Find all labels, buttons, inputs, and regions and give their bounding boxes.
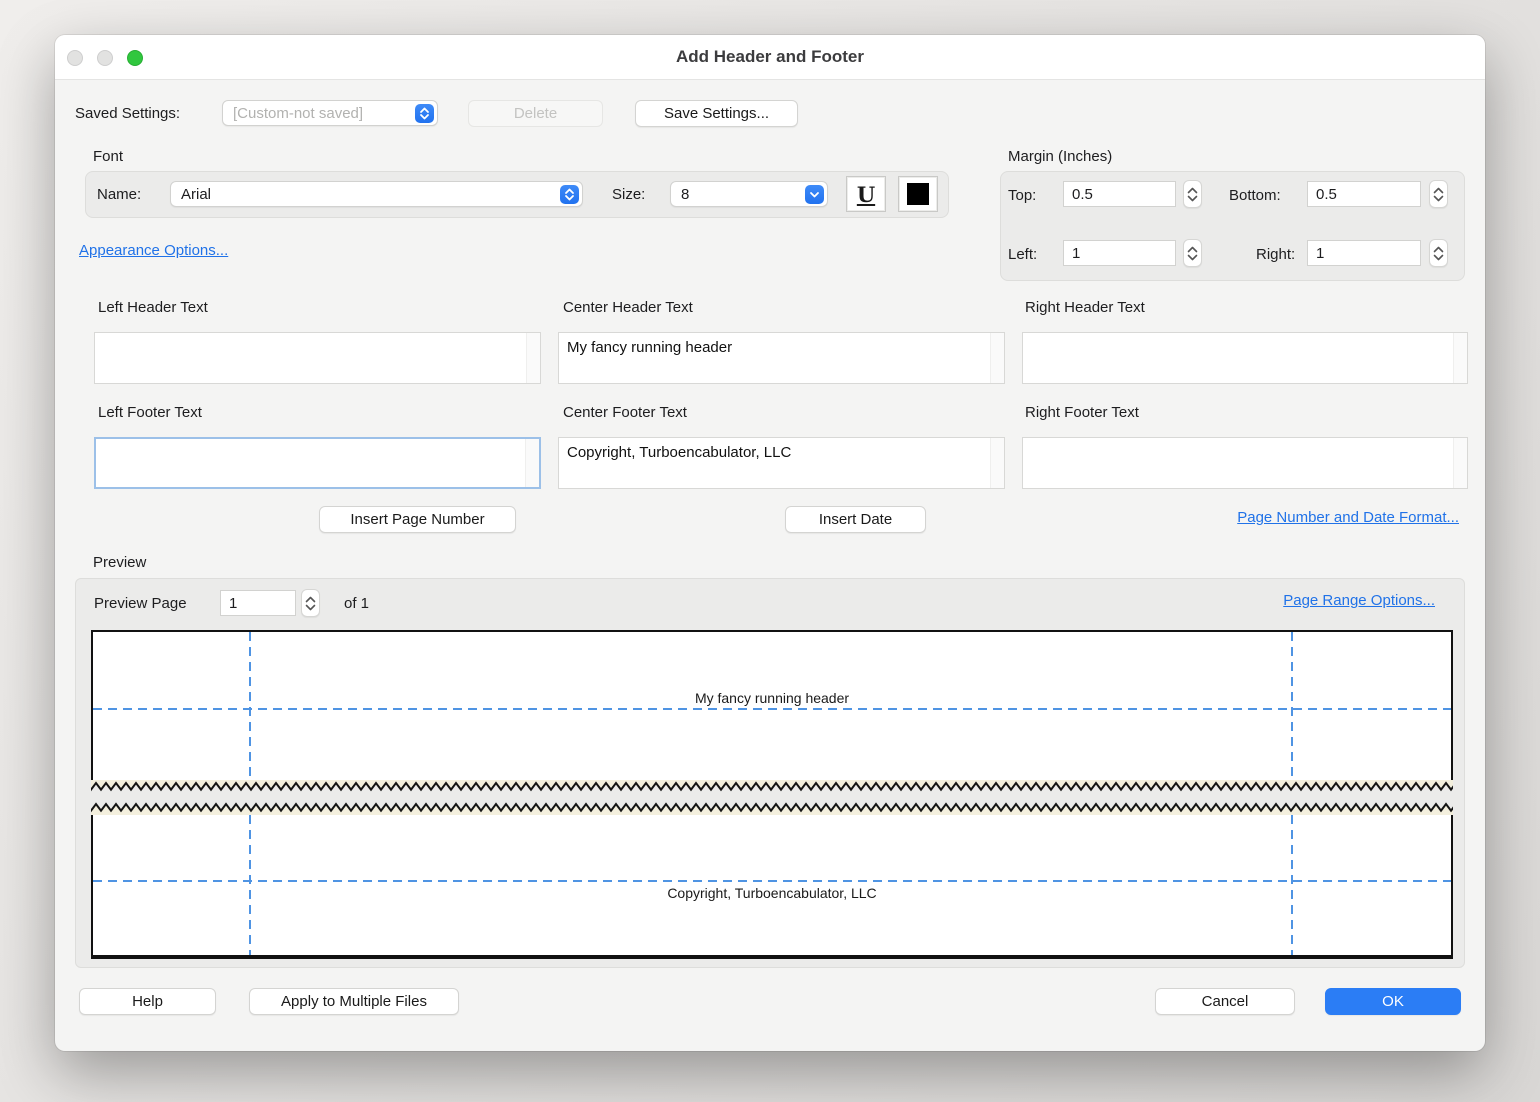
traffic-lights <box>67 50 143 66</box>
preview-page-stepper[interactable] <box>301 589 320 617</box>
scrollbar-gutter <box>526 333 540 383</box>
popup-updown-icon <box>560 185 579 204</box>
insert-page-number-button[interactable]: Insert Page Number <box>319 506 516 533</box>
left-footer-textarea[interactable] <box>96 439 525 487</box>
preview-header-text: My fancy running header <box>93 690 1451 706</box>
font-size-combo[interactable]: 8 <box>670 181 828 207</box>
ok-button[interactable]: OK <box>1325 988 1461 1015</box>
cancel-button[interactable]: Cancel <box>1155 988 1295 1015</box>
font-section-label: Font <box>93 148 123 165</box>
preview-page-count: of 1 <box>344 595 369 612</box>
font-color-button[interactable] <box>898 176 938 212</box>
font-size-label: Size: <box>612 186 645 203</box>
center-footer-textarea[interactable]: Copyright, Turboencabulator, LLC <box>559 438 990 488</box>
preview-page-label: Preview Page <box>94 595 187 612</box>
minimize-window-icon[interactable] <box>97 50 113 66</box>
left-header-label: Left Header Text <box>98 299 208 316</box>
preview-page-input[interactable] <box>220 590 296 616</box>
font-name-label: Name: <box>97 186 141 203</box>
center-header-label: Center Header Text <box>563 299 693 316</box>
header-margin-guide <box>93 708 1451 710</box>
window-title: Add Header and Footer <box>676 47 864 67</box>
save-settings-button[interactable]: Save Settings... <box>635 100 798 127</box>
add-header-footer-dialog: Add Header and Footer Saved Settings: [C… <box>55 35 1485 1051</box>
delete-button[interactable]: Delete <box>468 100 603 127</box>
left-header-textarea[interactable] <box>95 333 526 383</box>
preview-page-bottom-fragment: Copyright, Turboencabulator, LLC <box>91 815 1453 959</box>
saved-settings-label: Saved Settings: <box>75 105 180 122</box>
left-margin-guide <box>249 632 251 780</box>
font-size-value: 8 <box>671 186 805 203</box>
zoom-window-icon[interactable] <box>127 50 143 66</box>
scrollbar-gutter <box>990 438 1004 488</box>
scrollbar-gutter <box>990 333 1004 383</box>
footer-margin-guide <box>93 880 1451 882</box>
margin-left-input[interactable] <box>1063 240 1176 266</box>
right-footer-textbox[interactable] <box>1022 437 1468 489</box>
popup-updown-icon <box>415 104 434 123</box>
right-header-textarea[interactable] <box>1023 333 1453 383</box>
margin-right-label: Right: <box>1256 246 1295 263</box>
saved-settings-select[interactable]: [Custom-not saved] <box>222 100 438 126</box>
preview-panel: Preview Page of 1 Page Range Options... … <box>75 578 1465 968</box>
preview-footer-text: Copyright, Turboencabulator, LLC <box>93 885 1451 901</box>
scrollbar-gutter <box>1453 333 1467 383</box>
help-button[interactable]: Help <box>79 988 216 1015</box>
right-header-textbox[interactable] <box>1022 332 1468 384</box>
preview-section-label: Preview <box>93 554 146 571</box>
scrollbar-gutter <box>1453 438 1467 488</box>
center-header-textbox[interactable]: My fancy running header <box>558 332 1005 384</box>
margin-bottom-label: Bottom: <box>1229 187 1281 204</box>
scrollbar-gutter <box>525 439 539 487</box>
center-footer-label: Center Footer Text <box>563 404 687 421</box>
right-margin-guide <box>1291 632 1293 780</box>
margin-left-stepper[interactable] <box>1183 239 1202 267</box>
torn-edge-top-icon <box>91 780 1453 794</box>
underline-button[interactable]: U <box>846 176 886 212</box>
page-range-options-link[interactable]: Page Range Options... <box>1283 592 1435 609</box>
center-header-textarea[interactable]: My fancy running header <box>559 333 990 383</box>
appearance-options-link[interactable]: Appearance Options... <box>79 242 228 259</box>
margin-right-input[interactable] <box>1307 240 1421 266</box>
font-name-select[interactable]: Arial <box>170 181 583 207</box>
right-footer-label: Right Footer Text <box>1025 404 1139 421</box>
chevron-down-icon <box>805 185 824 204</box>
margin-top-input[interactable] <box>1063 181 1176 207</box>
right-footer-textarea[interactable] <box>1023 438 1453 488</box>
underline-glyph: U <box>857 182 875 207</box>
margin-bottom-stepper[interactable] <box>1429 180 1448 208</box>
preview-page-top-fragment: My fancy running header <box>91 630 1453 780</box>
right-header-label: Right Header Text <box>1025 299 1145 316</box>
left-footer-label: Left Footer Text <box>98 404 202 421</box>
margin-right-stepper[interactable] <box>1429 239 1448 267</box>
left-footer-textbox[interactable] <box>94 437 541 489</box>
center-footer-textbox[interactable]: Copyright, Turboencabulator, LLC <box>558 437 1005 489</box>
margin-top-label: Top: <box>1008 187 1036 204</box>
left-header-textbox[interactable] <box>94 332 541 384</box>
title-bar: Add Header and Footer <box>55 35 1485 80</box>
margin-left-label: Left: <box>1008 246 1037 263</box>
color-swatch <box>907 183 929 205</box>
margin-bottom-input[interactable] <box>1307 181 1421 207</box>
close-window-icon[interactable] <box>67 50 83 66</box>
margin-section-label: Margin (Inches) <box>1008 148 1112 165</box>
margin-top-stepper[interactable] <box>1183 180 1202 208</box>
apply-to-multiple-files-button[interactable]: Apply to Multiple Files <box>249 988 459 1015</box>
insert-date-button[interactable]: Insert Date <box>785 506 926 533</box>
font-name-value: Arial <box>171 186 560 203</box>
saved-settings-value: [Custom-not saved] <box>223 105 415 122</box>
page-number-date-format-link[interactable]: Page Number and Date Format... <box>1237 509 1459 526</box>
torn-edge-bottom-icon <box>91 801 1453 815</box>
